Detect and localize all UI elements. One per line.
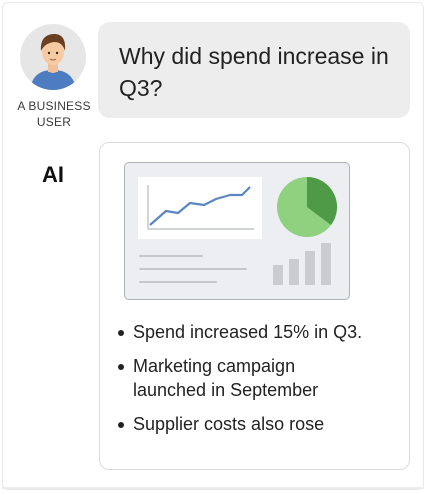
divider bbox=[2, 487, 424, 489]
ai-label: AI bbox=[42, 162, 64, 187]
bullet-text: Marketing campaign launched in September bbox=[133, 356, 319, 400]
dashboard-illustration bbox=[124, 162, 350, 300]
bullet-item: Spend increased 15% in Q3. bbox=[116, 320, 363, 344]
text-line-decoration bbox=[139, 268, 247, 270]
answer-bullet-list: Spend increased 15% in Q3. Marketing cam… bbox=[116, 320, 363, 446]
user-label: A BUSINESS USER bbox=[17, 99, 91, 129]
line-chart-icon bbox=[138, 177, 262, 239]
ai-answer-card: Spend increased 15% in Q3. Marketing cam… bbox=[99, 142, 410, 470]
bar-icon bbox=[289, 259, 299, 285]
pie-chart-icon bbox=[277, 177, 337, 237]
bar-icon bbox=[273, 265, 283, 285]
bullet-item: Supplier costs also rose bbox=[116, 412, 363, 436]
text-line-decoration bbox=[139, 281, 217, 283]
text-line-decoration bbox=[139, 255, 203, 257]
person-icon bbox=[30, 34, 76, 90]
bullet-item: Marketing campaign launched in September bbox=[116, 354, 363, 402]
bar-icon bbox=[321, 243, 331, 285]
user-avatar bbox=[20, 24, 86, 90]
user-question-bubble: Why did spend increase in Q3? bbox=[98, 22, 410, 118]
bar-icon bbox=[305, 251, 315, 285]
